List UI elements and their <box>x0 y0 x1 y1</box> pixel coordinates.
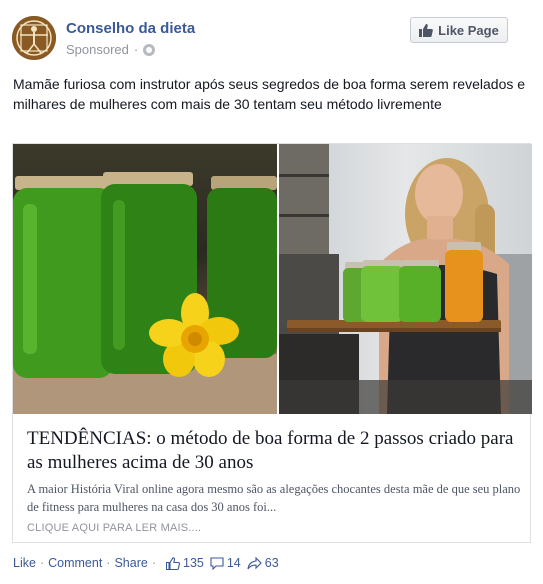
sponsored-row: Sponsored · <box>66 42 156 57</box>
page-avatar[interactable] <box>12 16 56 60</box>
like-action[interactable]: Like <box>13 556 36 570</box>
link-preview-card[interactable]: TENDÊNCIAS: o método de boa forma de 2 p… <box>12 143 532 543</box>
globe-icon <box>143 43 156 56</box>
vitruvian-man-icon <box>12 16 56 60</box>
action-separator: · <box>39 556 45 570</box>
post-text: Mamãe furiosa com instrutor após seus se… <box>13 76 526 112</box>
green-juice-jars-image[interactable] <box>13 144 277 414</box>
shares-count: 63 <box>264 556 279 570</box>
page-name-link[interactable]: Conselho da dieta <box>66 20 195 37</box>
sponsored-post: Conselho da dieta Sponsored · Like Page … <box>0 0 543 584</box>
link-card-title[interactable]: TENDÊNCIAS: o método de boa forma de 2 p… <box>27 427 522 475</box>
share-action[interactable]: Share <box>114 556 147 570</box>
comment-action[interactable]: Comment <box>48 556 102 570</box>
sponsored-label: Sponsored <box>66 42 129 57</box>
shares-count-stat[interactable]: 63 <box>247 556 279 570</box>
woman-with-juice-tray-image[interactable] <box>279 144 532 414</box>
likes-count: 135 <box>183 556 204 570</box>
share-arrow-icon <box>247 556 262 569</box>
woman-with-juice-tray-illustration <box>279 144 532 414</box>
sponsored-separator: · <box>133 42 139 57</box>
thumbs-up-icon <box>166 556 180 570</box>
comments-count: 14 <box>226 556 241 570</box>
action-separator: · <box>106 556 111 570</box>
thumbs-up-icon <box>419 23 433 37</box>
likes-count-stat[interactable]: 135 <box>166 556 204 570</box>
comments-count-stat[interactable]: 14 <box>210 556 241 570</box>
comment-bubble-icon <box>210 556 224 570</box>
like-page-button[interactable]: Like Page <box>410 17 508 43</box>
action-separator: · <box>151 556 156 570</box>
green-juice-jars-illustration <box>13 172 277 414</box>
link-card-description: A maior História Viral online agora mesm… <box>27 482 521 514</box>
read-more-link[interactable]: CLIQUE AQUI PARA LER MAIS.... <box>27 522 201 534</box>
like-page-label: Like Page <box>438 22 499 38</box>
post-actions-bar: Like · Comment · Share · 135 14 63 <box>13 556 279 570</box>
